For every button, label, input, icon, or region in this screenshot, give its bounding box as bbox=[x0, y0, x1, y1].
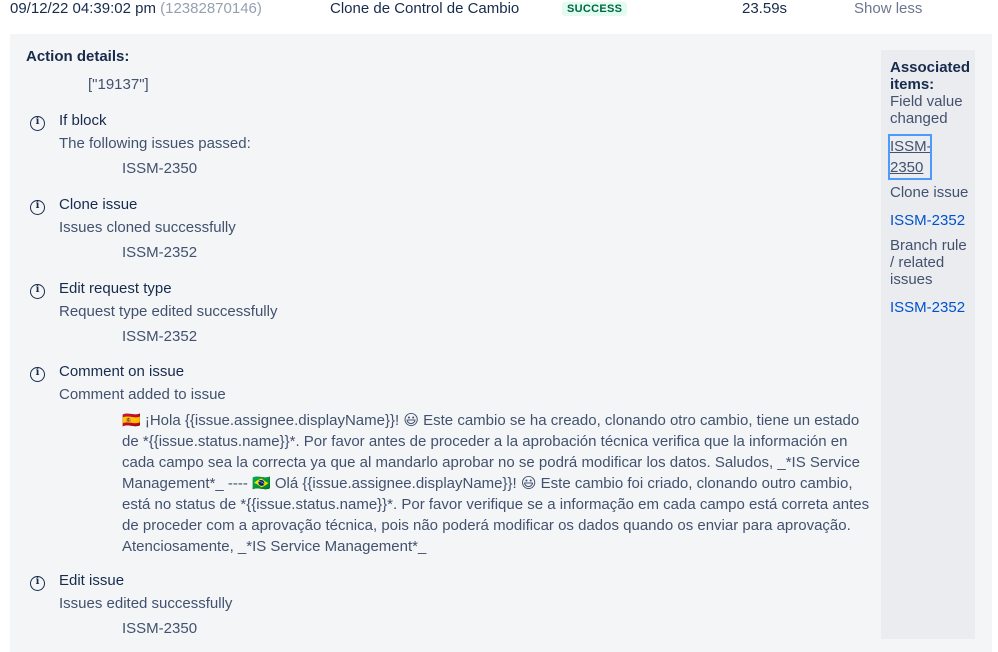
issue-key: ISSM-2350 bbox=[122, 620, 198, 637]
execution-id: (12382870146) bbox=[160, 0, 262, 17]
associated-items-title: Associated items: bbox=[890, 59, 971, 93]
issue-key: ISSM-2352 bbox=[122, 244, 198, 261]
show-less-link[interactable]: Show less bbox=[854, 0, 922, 17]
action-name: Edit issue bbox=[59, 572, 125, 589]
associated-items-panel: Associated items: Field value changed IS… bbox=[881, 50, 975, 639]
duration: 23.59s bbox=[742, 0, 788, 17]
action-message: Issues edited successfully bbox=[59, 595, 233, 612]
info-icon bbox=[30, 284, 45, 299]
action-name: Edit request type bbox=[59, 280, 172, 297]
action-name: If block bbox=[59, 112, 107, 129]
issue-link[interactable]: ISSM-2350 bbox=[888, 134, 932, 180]
issue-link[interactable]: ISSM-2352 bbox=[890, 210, 974, 231]
info-icon bbox=[30, 367, 45, 382]
issue-link[interactable]: ISSM-2352 bbox=[890, 297, 974, 318]
rule-name: Clone de Control de Cambio bbox=[330, 0, 520, 17]
associated-group-label: Field value changed bbox=[890, 93, 963, 127]
info-icon bbox=[30, 116, 45, 131]
action-message: Comment added to issue bbox=[59, 386, 226, 403]
comment-body: 🇪🇸 ¡Hola {{issue.assignee.displayName}}!… bbox=[122, 412, 870, 555]
status-badge: SUCCESS bbox=[562, 2, 628, 16]
audit-log-row[interactable]: 09/12/22 04:39:02 pm (12382870146) Clone… bbox=[0, 0, 998, 24]
action-name: Clone issue bbox=[59, 196, 138, 213]
issue-key: ISSM-2352 bbox=[122, 328, 198, 345]
execution-timestamp: 09/12/22 04:39:02 pm (12382870146) bbox=[10, 0, 262, 17]
issue-key: ISSM-2350 bbox=[122, 160, 198, 177]
action-details-value: ["19137"] bbox=[88, 76, 149, 93]
info-icon bbox=[30, 200, 45, 215]
action-message: The following issues passed: bbox=[59, 135, 251, 152]
action-message: Issues cloned successfully bbox=[59, 219, 236, 236]
action-details-title: Action details: bbox=[26, 48, 130, 65]
associated-group-label: Clone issue bbox=[890, 184, 969, 201]
associated-group-label: Branch rule / related issues bbox=[890, 237, 967, 288]
info-icon bbox=[30, 576, 45, 591]
action-name: Comment on issue bbox=[59, 363, 185, 380]
action-message: Request type edited successfully bbox=[59, 303, 278, 320]
